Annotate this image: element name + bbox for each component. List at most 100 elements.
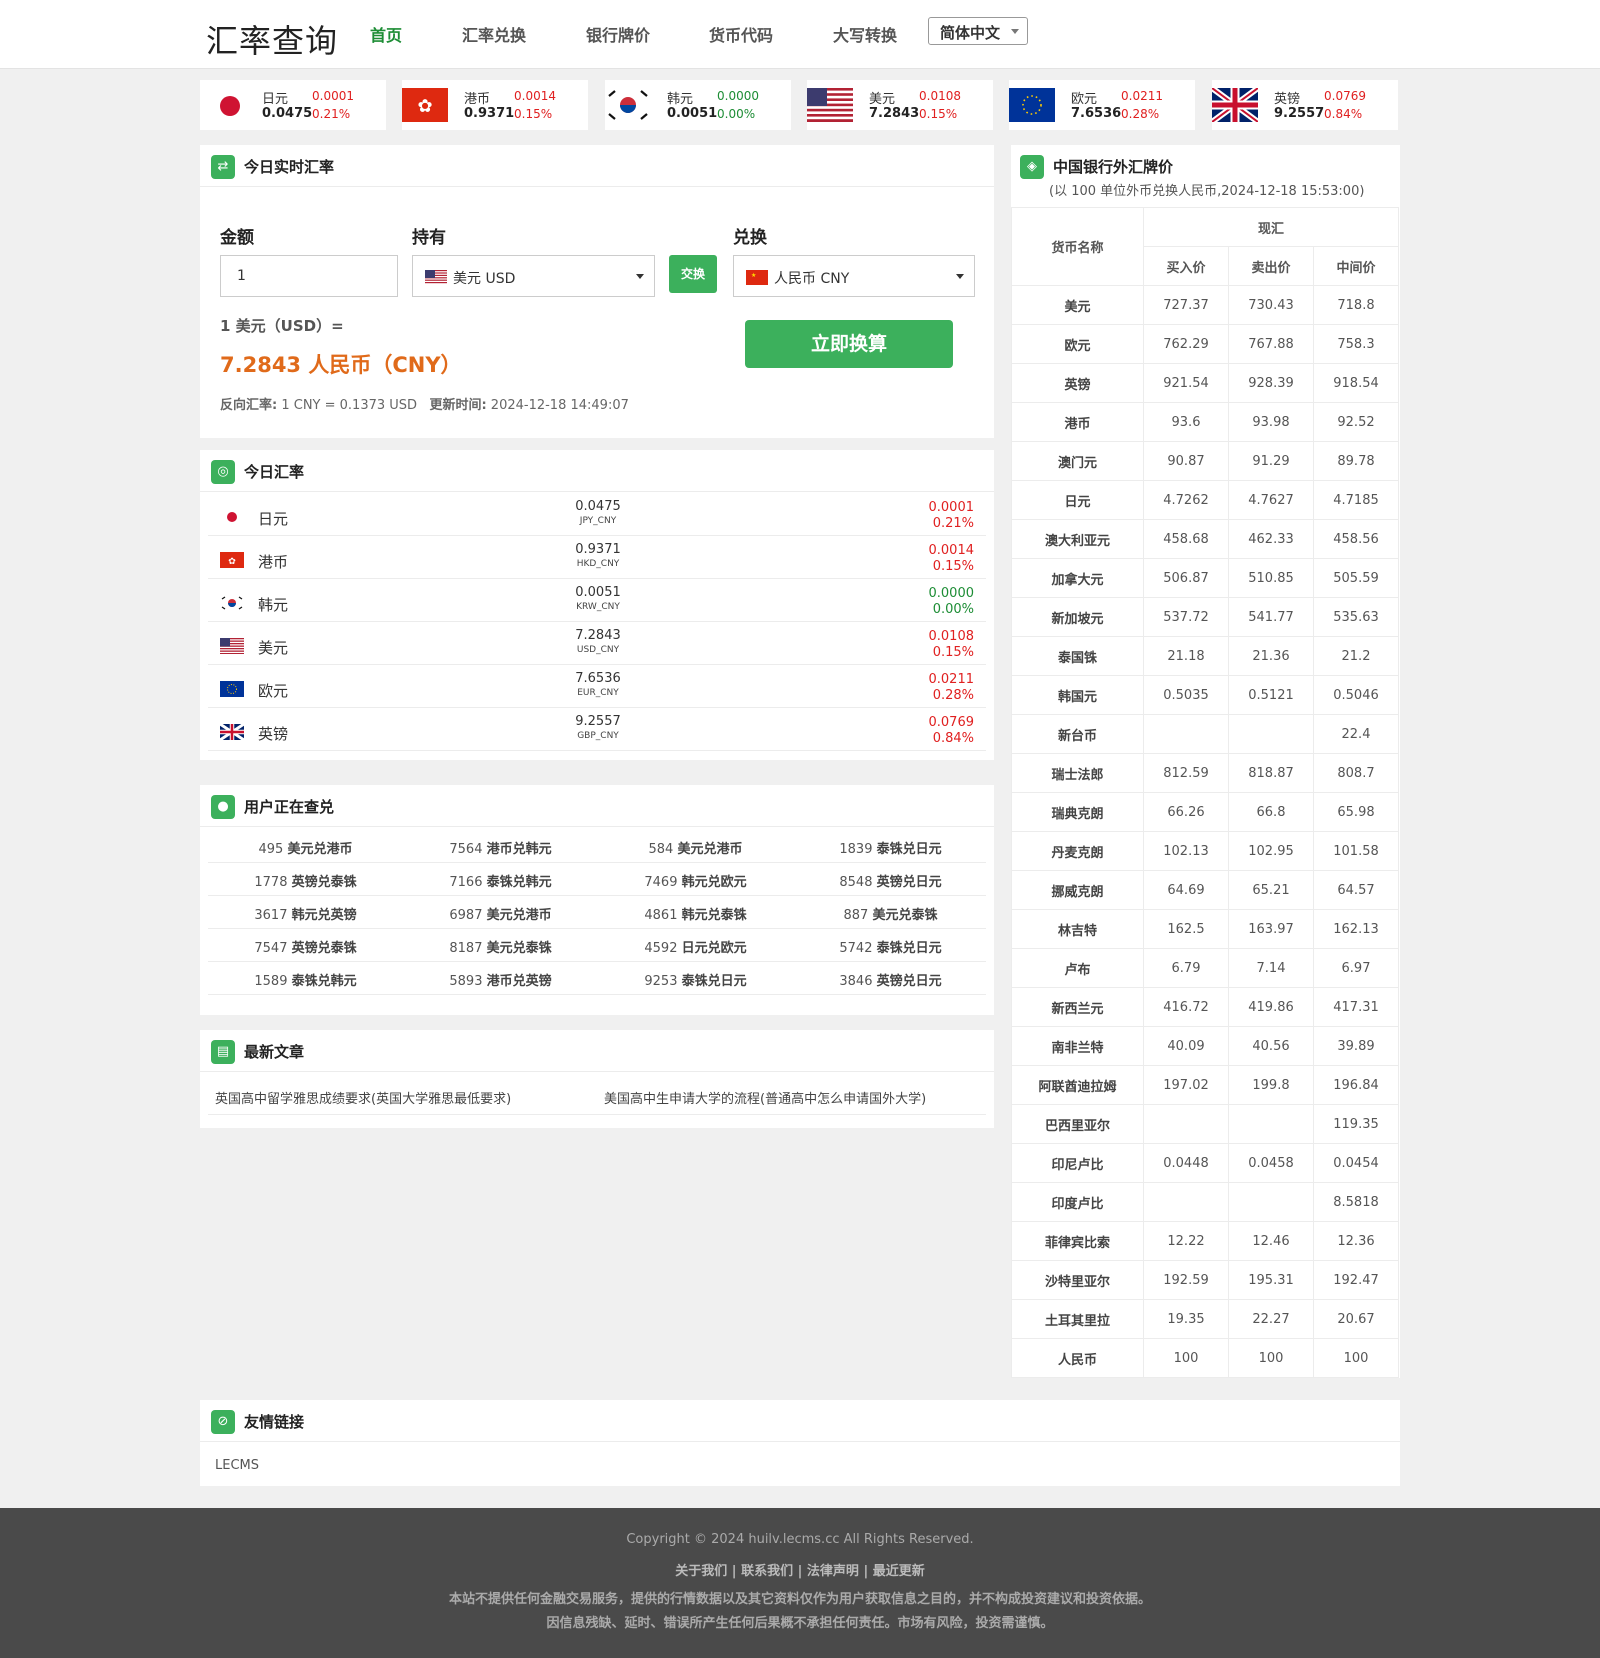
table-row: 土耳其里拉 19.35 22.27 20.67 [1011,1299,1399,1339]
buy-price: 40.09 [1143,1026,1229,1066]
ticker-item-hkd[interactable]: ✿ 港币 0.9371 0.0014 0.15% [402,80,588,130]
user-query-link[interactable]: 7166 泰铢兑韩元 [403,871,598,890]
ticker-item-eur[interactable]: 欧元 7.6536 0.0211 0.28% [1009,80,1195,130]
footer-link-contact[interactable]: 联系我们 [741,1564,793,1579]
language-select[interactable]: 简体中文 [928,17,1028,45]
query-count: 5742 [839,941,873,956]
table-row[interactable]: 英镑 9.2557 GBP_CNY 0.0769 0.84% [208,709,986,751]
user-query-link[interactable]: 8187 美元兑泰铢 [403,937,598,956]
query-count: 584 [648,842,674,857]
friend-link[interactable]: LECMS [215,1458,259,1473]
footer-copyright: Copyright © 2024 huilv.lecms.cc All Righ… [626,1532,974,1547]
query-count: 887 [843,908,869,923]
user-query-link[interactable]: 3617 韩元兑英镑 [208,904,403,923]
result-line-2: 7.2843 人民币（CNY） [220,353,462,377]
nav-exchange[interactable]: 汇率兑换 [462,22,526,46]
table-row[interactable]: 欧元 7.6536 EUR_CNY 0.0211 0.28% [208,666,986,708]
ticker-name: 欧元 [1071,92,1098,107]
rate-percent: 0.00% [932,602,974,617]
user-query-link[interactable]: 7547 英镑兑泰铢 [208,937,403,956]
user-query-link[interactable]: 887 美元兑泰铢 [793,904,988,923]
currency-pair: GBP_CNY [577,731,619,741]
convert-now-button[interactable]: 立即换算 [745,320,953,368]
user-query-link[interactable]: 584 美元兑港币 [598,838,793,857]
user-query-link[interactable]: 1589 泰铢兑韩元 [208,970,403,989]
ticker-change: 0.0211 [1121,89,1163,103]
user-query-link[interactable]: 5893 港币兑英镑 [403,970,598,989]
chevron-down-icon [636,274,644,279]
from-currency-select[interactable]: 美元 USD [412,255,655,297]
user-query-link[interactable]: 3846 英镑兑日元 [793,970,988,989]
table-row[interactable]: 日元 0.0475 JPY_CNY 0.0001 0.21% [208,494,986,536]
table-row: 新台币 22.4 [1011,714,1399,754]
mid-price: 12.36 [1313,1221,1399,1261]
query-count: 3846 [839,974,873,989]
articles-title: 最新文章 [244,1043,305,1061]
ticker-item-gbp[interactable]: 英镑 9.2557 0.0769 0.84% [1212,80,1398,130]
ticker-item-usd[interactable]: 美元 7.2843 0.0108 0.15% [807,80,993,130]
users-querying-header: ● 用户正在查兑 [200,785,994,827]
user-query-link[interactable]: 9253 泰铢兑日元 [598,970,793,989]
query-pair: 美元兑港币 [486,908,552,923]
user-query-link[interactable]: 7564 港币兑韩元 [403,838,598,857]
query-count: 7564 [449,842,483,857]
nav-home[interactable]: 首页 [370,22,402,46]
eu-flag-icon [1009,88,1055,122]
user-query-link[interactable]: 495 美元兑港币 [208,838,403,857]
query-count: 1589 [254,974,288,989]
user-query-link[interactable]: 4592 日元兑欧元 [598,937,793,956]
bank-currency-name: 澳大利亚元 [1011,519,1144,559]
bank-currency-name: 日元 [1011,480,1144,520]
ticker-item-jpy[interactable]: 日元 0.0475 0.0001 0.21% [200,80,386,130]
table-row: 卢布 6.79 7.14 6.97 [1011,948,1399,988]
bank-currency-name: 加拿大元 [1011,558,1144,598]
to-currency-select[interactable]: ★ 人民币 CNY [733,255,975,297]
amount-input[interactable]: 1 [220,255,398,297]
buy-price: 921.54 [1143,363,1229,403]
currency-name: 美元 [258,639,289,657]
article-link[interactable]: 英国高中留学雅思成绩要求(英国大学雅思最低要求) [215,1088,511,1107]
footer-link-updates[interactable]: 最近更新 [873,1564,925,1579]
uk-flag-icon [220,724,244,740]
user-query-link[interactable]: 1778 英镑兑泰铢 [208,871,403,890]
buy-price: 192.59 [1143,1260,1229,1300]
table-row[interactable]: 美元 7.2843 USD_CNY 0.0108 0.15% [208,623,986,665]
user-query-link[interactable]: 5742 泰铢兑日元 [793,937,988,956]
user-query-link[interactable]: 7469 韩元兑欧元 [598,871,793,890]
rate-meta: 反向汇率: 1 CNY = 0.1373 USD 更新时间: 2024-12-1… [220,394,629,413]
query-count: 5893 [449,974,483,989]
footer-link-about[interactable]: 关于我们 [675,1564,727,1579]
site-logo[interactable]: 汇率查询 [206,16,338,62]
bank-currency-name: 新西兰元 [1011,987,1144,1027]
sell-price [1228,1104,1314,1144]
ticker-percent: 0.28% [1121,107,1160,121]
user-query-link[interactable]: 1839 泰铢兑日元 [793,838,988,857]
mid-price: 119.35 [1313,1104,1399,1144]
query-count: 7547 [254,941,288,956]
nav-bank-rates[interactable]: 银行牌价 [586,22,650,46]
footer-link-legal[interactable]: 法律声明 [807,1564,859,1579]
table-row[interactable]: ✿ 港币 0.9371 HKD_CNY 0.0014 0.15% [208,537,986,579]
user-query-link[interactable]: 6987 美元兑港币 [403,904,598,923]
currency-pair: HKD_CNY [576,559,620,569]
mid-price: 92.52 [1313,402,1399,442]
swap-button[interactable]: 交换 [669,255,717,293]
article-link[interactable]: 美国高中生申请大学的流程(普通高中怎么申请国外大学) [604,1088,926,1107]
user-query-link[interactable]: 8548 英镑兑日元 [793,871,988,890]
ticker-rate: 9.2557 [1274,106,1325,121]
svg-text:✿: ✿ [228,557,236,567]
query-pair: 泰铢兑韩元 [291,974,357,989]
buy-price: 93.6 [1143,402,1229,442]
nav-currency-codes[interactable]: 货币代码 [709,22,773,46]
footer-links: 关于我们 | 联系我们 | 法律声明 | 最近更新 [675,1564,925,1579]
nav-uppercase-convert[interactable]: 大写转换 [833,22,897,46]
users-row: 3617 韩元兑英镑 6987 美元兑港币 4861 韩元兑泰铢 887 美元兑泰铢 [208,896,986,929]
mid-price: 89.78 [1313,441,1399,481]
table-row[interactable]: 韩元 0.0051 KRW_CNY 0.0000 0.00% [208,580,986,622]
bank-currency-name: 林吉特 [1011,909,1144,949]
ticker-item-krw[interactable]: 韩元 0.0051 0.0000 0.00% [605,80,791,130]
rate-percent: 0.21% [932,516,974,531]
table-row: 英镑 921.54 928.39 918.54 [1011,363,1399,403]
user-query-link[interactable]: 4861 韩元兑泰铢 [598,904,793,923]
ticker-name: 英镑 [1274,92,1301,107]
